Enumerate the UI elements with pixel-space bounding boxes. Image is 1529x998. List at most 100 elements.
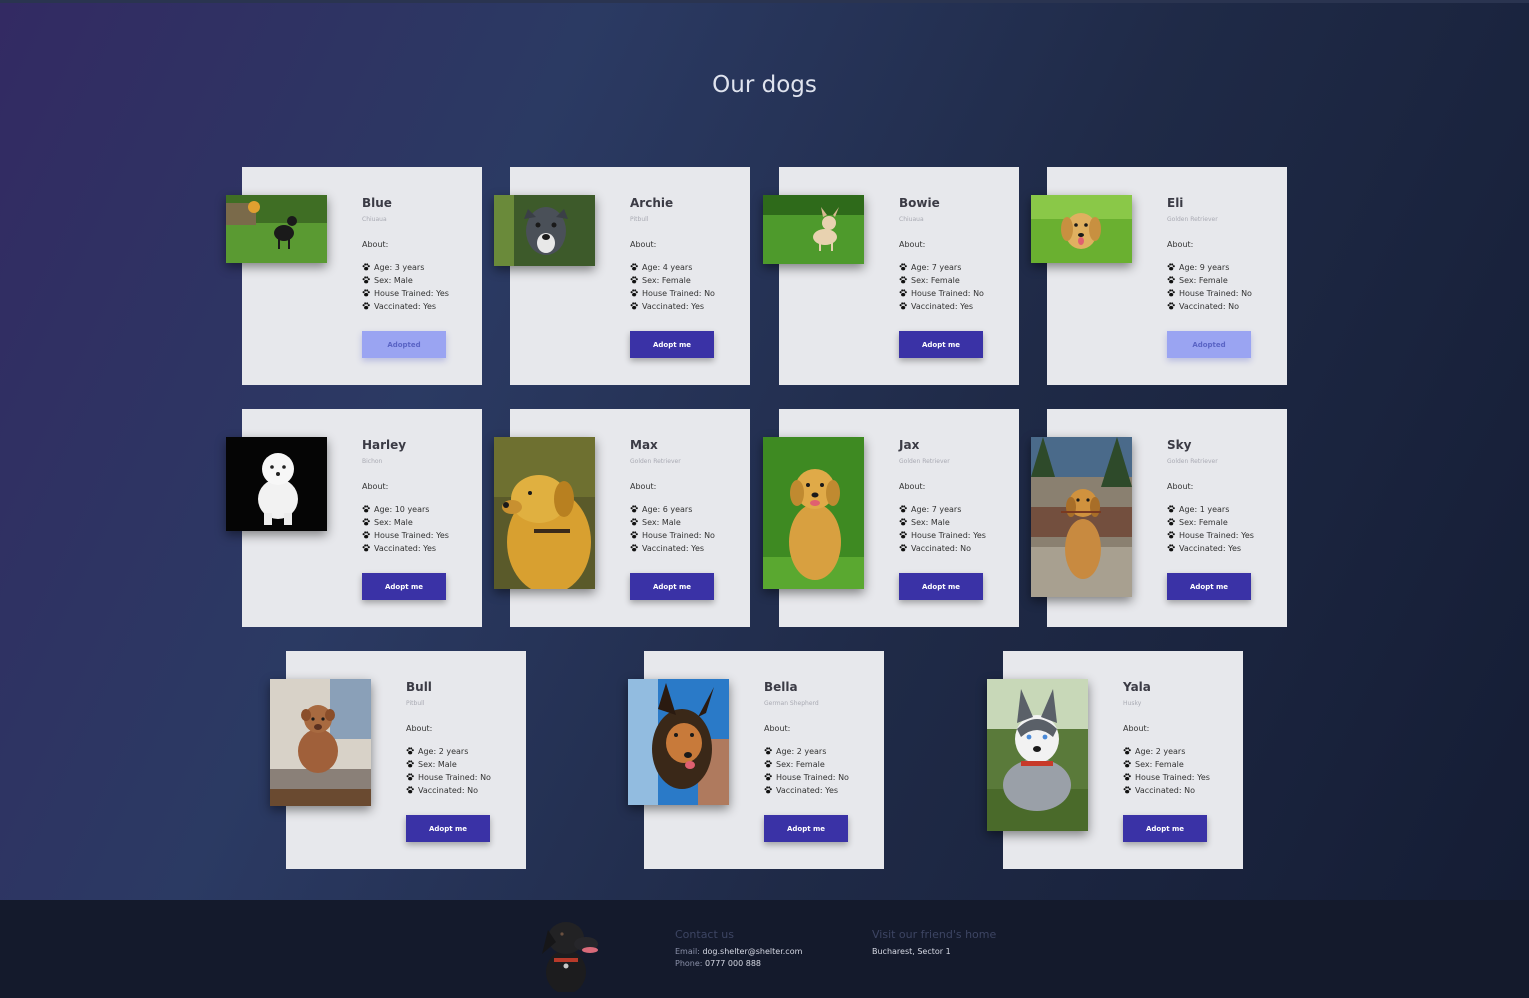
adopt-me-button[interactable]: Adopt me <box>764 815 848 842</box>
contact-phone: Phone: 0777 000 888 <box>675 959 762 968</box>
dog-breed: Husky <box>1123 700 1142 707</box>
fact-age: Age: 4 years <box>630 261 745 274</box>
dog-photo-eli[interactable] <box>1031 195 1132 263</box>
about-label: About: <box>899 240 926 249</box>
dog-name: Jax <box>899 438 920 452</box>
adopt-me-button[interactable]: Adopt me <box>899 331 983 358</box>
fact-vaccinated: Vaccinated: No <box>1167 300 1282 313</box>
fact-age: Age: 7 years <box>899 503 1014 516</box>
adopted-button[interactable]: Adopted <box>1167 331 1251 358</box>
paw-icon <box>362 302 370 310</box>
dog-photo-bull[interactable] <box>270 679 371 806</box>
dog-card-blue: Blue Chiuaua About: Age: 3 years Sex: Ma… <box>226 167 482 385</box>
about-label: About: <box>1167 482 1194 491</box>
adopt-me-button[interactable]: Adopt me <box>630 331 714 358</box>
dog-card-yala: Yala Husky About: Age: 2 years Sex: Fema… <box>987 651 1243 869</box>
dog-breed: German Shepherd <box>764 700 819 707</box>
dog-facts: Age: 9 years Sex: Female House Trained: … <box>1167 261 1282 313</box>
dog-card-sky: Sky Golden Retriever About: Age: 1 years… <box>1031 409 1287 627</box>
fact-sex: Sex: Male <box>899 516 1014 529</box>
dog-photo-jax[interactable] <box>763 437 864 589</box>
contact-section: Contact us Email: dog.shelter@shelter.co… <box>675 928 802 968</box>
paw-icon <box>362 531 370 539</box>
dog-photo-harley[interactable] <box>226 437 327 531</box>
fact-vaccinated: Vaccinated: Yes <box>899 300 1014 313</box>
paw-icon <box>362 544 370 552</box>
fact-house-trained: House Trained: Yes <box>362 287 477 300</box>
fact-sex: Sex: Female <box>630 274 745 287</box>
dog-photo-bella[interactable] <box>628 679 729 805</box>
dog-name: Bella <box>764 680 798 694</box>
paw-icon <box>630 505 638 513</box>
adopt-me-button[interactable]: Adopt me <box>630 573 714 600</box>
paw-icon <box>1167 302 1175 310</box>
paw-icon <box>406 747 414 755</box>
dog-photo-blue[interactable] <box>226 195 327 263</box>
dog-breed: Golden Retriever <box>1167 216 1218 223</box>
dog-photo-archie[interactable] <box>494 195 595 266</box>
paw-icon <box>899 518 907 526</box>
paw-icon <box>764 773 772 781</box>
footer-dog-image <box>542 922 598 992</box>
dog-photo-sky[interactable] <box>1031 437 1132 597</box>
dog-card-harley: Harley Bichon About: Age: 10 years Sex: … <box>226 409 482 627</box>
visit-address: Bucharest, Sector 1 <box>872 947 951 956</box>
paw-icon <box>406 773 414 781</box>
paw-icon <box>899 505 907 513</box>
paw-icon <box>1123 786 1131 794</box>
visit-section: Visit our friend's home Bucharest, Secto… <box>872 928 996 956</box>
about-label: About: <box>899 482 926 491</box>
adopt-me-button[interactable]: Adopt me <box>362 573 446 600</box>
paw-icon <box>630 544 638 552</box>
paw-icon <box>899 289 907 297</box>
dog-photo-max[interactable] <box>494 437 595 589</box>
fact-vaccinated: Vaccinated: Yes <box>362 542 477 555</box>
dog-name: Harley <box>362 438 407 452</box>
dog-facts: Age: 2 years Sex: Male House Trained: No… <box>406 745 521 797</box>
dog-facts: Age: 6 years Sex: Male House Trained: No… <box>630 503 745 555</box>
email-link[interactable]: dog.shelter@shelter.com <box>702 947 802 956</box>
contact-email: Email: dog.shelter@shelter.com <box>675 947 803 956</box>
fact-house-trained: House Trained: No <box>899 287 1014 300</box>
paw-icon <box>899 302 907 310</box>
adopted-button[interactable]: Adopted <box>362 331 446 358</box>
dog-breed: Pitbull <box>630 216 649 223</box>
dog-facts: Age: 10 years Sex: Male House Trained: Y… <box>362 503 477 555</box>
dog-card-bowie: Bowie Chiuaua About: Age: 7 years Sex: F… <box>763 167 1019 385</box>
paw-icon <box>406 786 414 794</box>
paw-icon <box>1167 518 1175 526</box>
adopt-me-button[interactable]: Adopt me <box>406 815 490 842</box>
paw-icon <box>1167 544 1175 552</box>
dog-photo-yala[interactable] <box>987 679 1088 831</box>
fact-age: Age: 2 years <box>1123 745 1238 758</box>
dog-name: Yala <box>1123 680 1151 694</box>
phone-link[interactable]: 0777 000 888 <box>705 959 761 968</box>
fact-sex: Sex: Male <box>630 516 745 529</box>
adopt-me-button[interactable]: Adopt me <box>1123 815 1207 842</box>
fact-house-trained: House Trained: No <box>1167 287 1282 300</box>
dog-breed: Chiuaua <box>362 216 387 223</box>
fact-sex: Sex: Female <box>764 758 879 771</box>
paw-icon <box>362 276 370 284</box>
adopt-me-button[interactable]: Adopt me <box>899 573 983 600</box>
dog-photo-bowie[interactable] <box>763 195 864 264</box>
fact-house-trained: House Trained: No <box>406 771 521 784</box>
paw-icon <box>764 786 772 794</box>
fact-sex: Sex: Male <box>362 274 477 287</box>
fact-vaccinated: Vaccinated: Yes <box>362 300 477 313</box>
fact-vaccinated: Vaccinated: Yes <box>630 542 745 555</box>
fact-vaccinated: Vaccinated: Yes <box>1167 542 1282 555</box>
about-label: About: <box>362 482 389 491</box>
dog-facts: Age: 7 years Sex: Male House Trained: Ye… <box>899 503 1014 555</box>
dog-facts: Age: 4 years Sex: Female House Trained: … <box>630 261 745 313</box>
dog-name: Sky <box>1167 438 1192 452</box>
paw-icon <box>630 276 638 284</box>
fact-sex: Sex: Female <box>899 274 1014 287</box>
adopt-me-button[interactable]: Adopt me <box>1167 573 1251 600</box>
dog-breed: Chiuaua <box>899 216 924 223</box>
dog-name: Archie <box>630 196 674 210</box>
dog-facts: Age: 1 years Sex: Female House Trained: … <box>1167 503 1282 555</box>
fact-sex: Sex: Female <box>1167 274 1282 287</box>
dog-card-archie: Archie Pitbull About: Age: 4 years Sex: … <box>494 167 750 385</box>
dog-name: Eli <box>1167 196 1184 210</box>
